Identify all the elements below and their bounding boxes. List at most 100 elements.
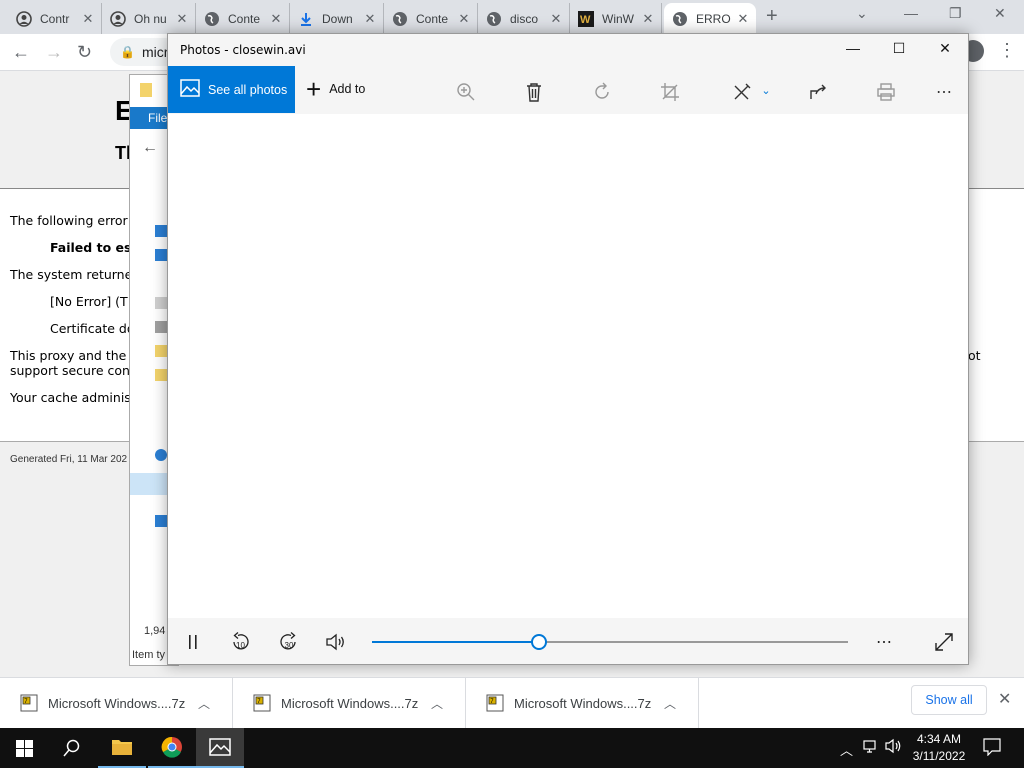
rotate-icon[interactable]: [590, 80, 614, 104]
taskbar: ︿ 4:34 AM 3/11/2022: [0, 728, 1024, 768]
network-icon: [155, 515, 167, 527]
notifications-icon[interactable]: [983, 738, 1001, 759]
video-canvas[interactable]: [168, 114, 968, 618]
seek-thumb[interactable]: [530, 634, 547, 650]
generated-text: Generated Fri, 11 Mar 202: [10, 454, 128, 465]
more-icon[interactable]: ⋯: [932, 80, 956, 104]
documents-icon: [155, 297, 167, 309]
more-icon[interactable]: ⋯: [872, 630, 896, 654]
tab-close-icon[interactable]: ✕: [455, 11, 473, 27]
new-tab-button[interactable]: +: [766, 5, 778, 28]
chevron-down-icon[interactable]: ⌄: [754, 78, 778, 102]
download-icon: [298, 11, 314, 27]
tab-close-icon[interactable]: ✕: [734, 11, 752, 27]
close-icon[interactable]: ✕: [930, 40, 960, 60]
download-item[interactable]: 7 Microsoft Windows....7z ︿: [233, 678, 466, 728]
menu-icon[interactable]: ⋮: [998, 40, 1016, 61]
tab-close-icon[interactable]: ✕: [547, 11, 565, 27]
taskbar-chrome[interactable]: [148, 728, 196, 768]
print-icon[interactable]: [874, 80, 898, 104]
photos-icon: [209, 738, 231, 756]
browser-tab[interactable]: Contr ✕: [8, 3, 102, 34]
chevron-up-icon[interactable]: ︿: [664, 695, 698, 712]
tab-search-icon[interactable]: ⌄: [856, 5, 868, 22]
browser-tab[interactable]: Down ✕: [290, 3, 384, 34]
archive-file-icon: 7: [253, 694, 271, 712]
folder-icon: [140, 83, 152, 97]
back-icon[interactable]: ←: [12, 42, 30, 63]
windows-icon: [15, 739, 33, 757]
delete-icon[interactable]: [522, 80, 546, 104]
browser-tab-strip: Contr ✕ Oh nu ✕ Conte ✕ Down ✕ Conte ✕ d…: [0, 0, 1024, 34]
add-to-button[interactable]: + Add to: [306, 74, 365, 104]
plus-icon: +: [306, 74, 322, 104]
maximize-icon[interactable]: ☐: [884, 40, 914, 60]
tab-label: disco: [510, 11, 539, 26]
skip-forward-icon[interactable]: 30: [277, 630, 301, 654]
error-text: This proxy and the r: [10, 348, 136, 363]
seek-progress: [372, 641, 539, 643]
start-button[interactable]: [0, 728, 48, 768]
file-menu[interactable]: File: [148, 111, 167, 125]
tab-close-icon[interactable]: ✕: [79, 11, 97, 27]
pictures-icon: [155, 321, 167, 333]
minimize-icon[interactable]: —: [904, 5, 918, 21]
tab-label: Conte: [416, 11, 449, 26]
folder-icon: [112, 740, 132, 755]
tab-label: Down: [322, 11, 353, 26]
photos-window[interactable]: Photos - closewin.avi — ☐ ✕ See all phot…: [167, 33, 969, 665]
see-all-label: See all photos: [208, 82, 288, 97]
reload-icon[interactable]: ↻: [77, 42, 92, 63]
tab-close-icon[interactable]: ✕: [361, 11, 379, 27]
volume-icon[interactable]: [885, 738, 903, 757]
browser-tab[interactable]: Oh nu ✕: [102, 3, 196, 34]
error-text: The following error: [10, 213, 128, 228]
lock-icon: 🔒: [120, 45, 135, 59]
chevron-up-icon[interactable]: ︿: [840, 740, 853, 759]
window-title: Photos - closewin.avi: [180, 43, 306, 57]
pause-icon[interactable]: [181, 630, 205, 654]
tab-close-icon[interactable]: ✕: [173, 11, 191, 27]
download-item[interactable]: 7 Microsoft Windows....7z ︿: [466, 678, 699, 728]
browser-tab[interactable]: Conte ✕: [384, 3, 478, 34]
edit-icon[interactable]: [730, 80, 754, 104]
close-icon[interactable]: ✕: [998, 689, 1011, 709]
volume-icon[interactable]: [324, 630, 348, 654]
forward-icon[interactable]: →: [45, 42, 63, 63]
browser-tab[interactable]: W WinW ✕: [570, 3, 662, 34]
tab-close-icon[interactable]: ✕: [639, 11, 657, 27]
network-icon[interactable]: [863, 740, 879, 757]
close-icon[interactable]: ✕: [994, 5, 1006, 22]
seek-bar[interactable]: [372, 634, 848, 650]
minimize-icon[interactable]: —: [838, 40, 868, 60]
globe-icon: [486, 11, 502, 27]
browser-tab[interactable]: Conte ✕: [196, 3, 290, 34]
zoom-icon[interactable]: [454, 80, 478, 104]
tab-close-icon[interactable]: ✕: [267, 11, 285, 27]
download-name: Microsoft Windows....7z: [514, 695, 652, 711]
chevron-up-icon[interactable]: ︿: [431, 695, 465, 712]
taskbar-photos[interactable]: [196, 728, 244, 768]
restore-icon[interactable]: ❐: [949, 5, 962, 22]
tab-label: WinW: [602, 11, 634, 26]
fullscreen-icon[interactable]: [932, 630, 956, 654]
crop-icon[interactable]: [658, 80, 682, 104]
clock-time: 4:34 AM: [916, 732, 962, 746]
tab-label: Contr: [40, 11, 70, 26]
search-button[interactable]: [48, 728, 96, 768]
skip-back-icon[interactable]: 10: [228, 630, 252, 654]
folder-icon: [155, 345, 167, 357]
back-icon[interactable]: ←: [142, 139, 158, 157]
system-clock[interactable]: 4:34 AM 3/11/2022: [908, 731, 970, 765]
show-all-button[interactable]: Show all: [911, 685, 987, 715]
browser-tab-active[interactable]: ERRO ✕: [664, 3, 756, 34]
browser-tab[interactable]: disco ✕: [478, 3, 570, 34]
chevron-up-icon[interactable]: ︿: [198, 695, 232, 712]
taskbar-file-explorer[interactable]: [98, 728, 146, 768]
download-name: Microsoft Windows....7z: [48, 695, 186, 711]
download-item[interactable]: 7 Microsoft Windows....7z ︿: [0, 678, 233, 728]
see-all-photos-button[interactable]: See all photos: [168, 66, 295, 113]
share-icon[interactable]: [806, 80, 830, 104]
search-icon: [63, 739, 80, 757]
error-text: Your cache administ: [10, 390, 136, 405]
